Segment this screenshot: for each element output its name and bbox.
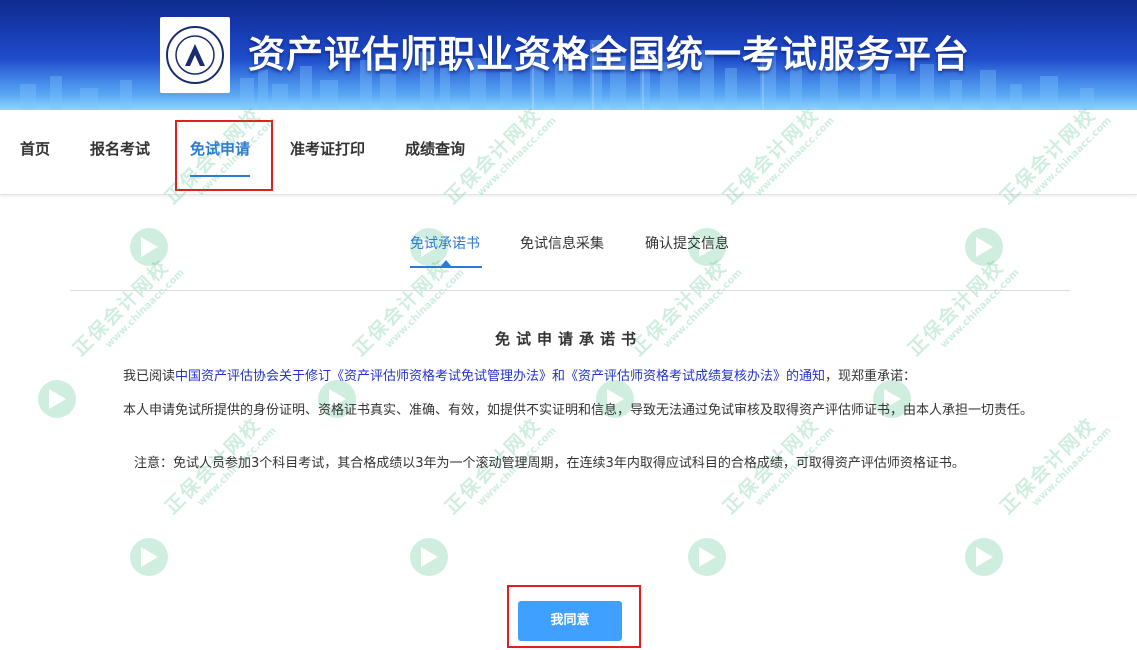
watermark-logo-icon: [965, 228, 1003, 266]
watermark: 正保会计网校 www.chinaacc.com: [130, 414, 280, 580]
watermark: 正保会计网校 www.chinaacc.com: [965, 414, 1115, 580]
watermark-logo-icon: [130, 538, 168, 576]
watermark-logo-icon: [688, 538, 726, 576]
pledge-paragraph-1: 我已阅读中国资产评估协会关于修订《资产评估师资格考试免试管理办法》和《资产评估师…: [123, 369, 917, 384]
content-divider: [70, 290, 1070, 291]
step-tab-info-collection[interactable]: 免试信息采集: [520, 232, 604, 256]
step-tab-exemption-pledge[interactable]: 免试承诺书: [410, 232, 480, 256]
pledge-paragraph-2: 本人申请免试所提供的身份证明、资格证书真实、准确、有效，如提供不实证明和信息，导…: [123, 403, 1034, 418]
watermark-logo-icon: [410, 538, 448, 576]
nav-item-exam-registration[interactable]: 报名考试: [90, 137, 150, 161]
watermark: 正保会计网校 www.chinaacc.com: [688, 414, 838, 580]
nav-item-score-inquiry[interactable]: 成绩查询: [405, 137, 465, 161]
watermark-logo-icon: [965, 538, 1003, 576]
document-title: 免试申请承诺书: [494, 330, 642, 348]
pledge-note: 注意：免试人员参加3个科目考试，其合格成绩以3年为一个滚动管理周期，在连续3年内…: [134, 456, 965, 471]
association-logo: [160, 17, 230, 93]
nav-item-home[interactable]: 首页: [20, 137, 50, 161]
highlight-box-nav: [175, 120, 273, 191]
nav-item-admission-ticket-print[interactable]: 准考证打印: [290, 137, 365, 161]
watermark: 正保会计网校 www.chinaacc.com: [410, 414, 560, 580]
main-nav: 首页 报名考试 免试申请 准考证打印 成绩查询: [0, 110, 1137, 195]
notice-link[interactable]: 中国资产评估协会关于修订《资产评估师资格考试免试管理办法》和《资产评估师资格考试…: [175, 369, 825, 384]
step-active-underline: [410, 266, 482, 268]
watermark-logo-icon: [130, 228, 168, 266]
platform-title: 资产评估师职业资格全国统一考试服务平台: [248, 33, 970, 76]
header-banner: 资产评估师职业资格全国统一考试服务平台: [0, 0, 1137, 110]
step-tab-confirm-submit[interactable]: 确认提交信息: [645, 232, 729, 256]
highlight-box-agree: [507, 585, 641, 648]
